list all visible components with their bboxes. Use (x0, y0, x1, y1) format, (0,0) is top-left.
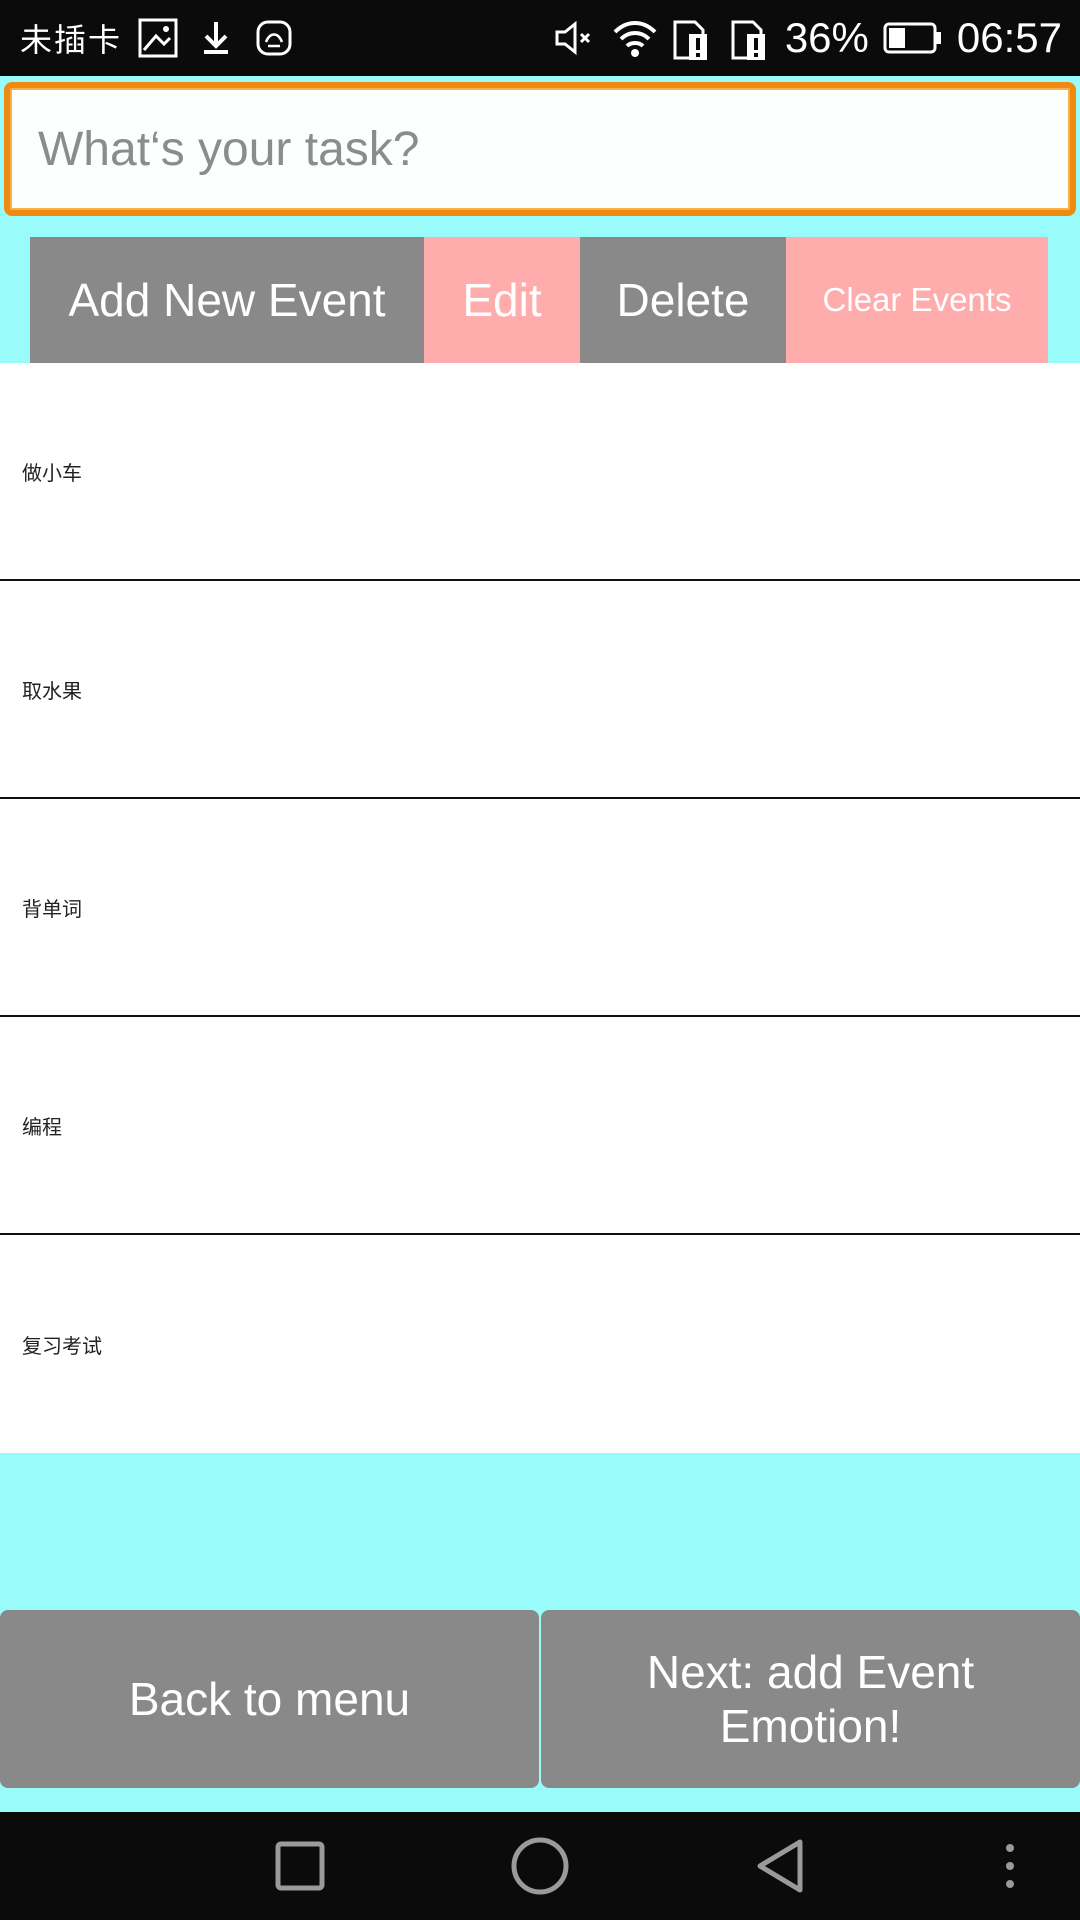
next-add-emotion-button[interactable]: Next: add Event Emotion! (541, 1610, 1080, 1788)
status-bar: 未插卡 36% 06:57 (0, 0, 1080, 76)
back-icon[interactable] (740, 1826, 820, 1906)
event-label: 背单词 (22, 896, 82, 921)
carrier-label: 未插卡 (20, 21, 123, 59)
bottom-button-row: Back to menu Next: add Event Emotion! (0, 1610, 1080, 1788)
event-label: 复习考试 (22, 1333, 102, 1358)
list-item[interactable]: 复习考试 (0, 1235, 1080, 1453)
sim-alert-icon-2 (727, 16, 771, 60)
clock: 06:57 (956, 14, 1062, 61)
event-label: 做小车 (22, 460, 82, 485)
list-item[interactable]: 编程 (0, 1017, 1080, 1235)
back-to-menu-button[interactable]: Back to menu (0, 1610, 539, 1788)
add-new-event-button[interactable]: Add New Event (30, 237, 424, 363)
delete-button[interactable]: Delete (580, 237, 786, 363)
battery-percent: 36% (784, 14, 869, 61)
image-icon (136, 16, 180, 60)
clear-events-button[interactable]: Clear Events (786, 237, 1048, 363)
event-label: 编程 (22, 1114, 62, 1139)
navigation-bar (0, 1812, 1080, 1920)
recents-icon[interactable] (260, 1826, 340, 1906)
mute-icon (553, 16, 597, 60)
list-item[interactable]: 做小车 (0, 363, 1080, 581)
huawei-icon (252, 16, 296, 60)
wifi-icon (611, 16, 657, 60)
sim-alert-icon (669, 16, 713, 60)
event-label: 取水果 (22, 678, 82, 703)
download-icon (194, 16, 238, 60)
action-button-row: Add New Event Edit Delete Clear Events (30, 237, 1048, 363)
task-input[interactable] (4, 82, 1076, 216)
home-icon[interactable] (500, 1826, 580, 1906)
battery-icon (883, 16, 943, 60)
list-item[interactable]: 背单词 (0, 799, 1080, 1017)
edit-button[interactable]: Edit (424, 237, 580, 363)
list-item[interactable]: 取水果 (0, 581, 1080, 799)
event-list: 做小车 取水果 背单词 编程 复习考试 (0, 363, 1080, 1453)
task-input-container (0, 78, 1080, 220)
more-icon[interactable] (980, 1826, 1040, 1906)
